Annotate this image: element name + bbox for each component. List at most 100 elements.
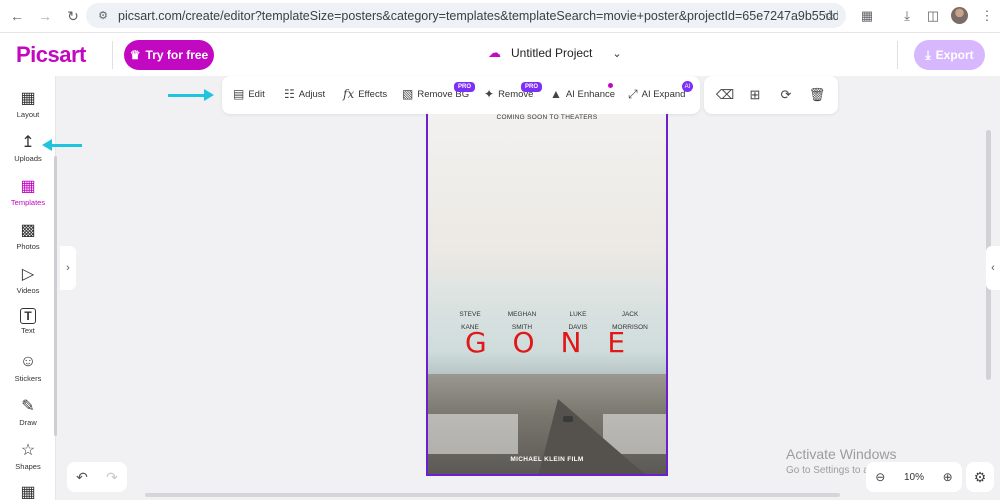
sidebar-item-shapes[interactable]: ☆ Shapes xyxy=(0,440,56,480)
effects-tool-button[interactable]: fx Effects xyxy=(343,87,387,101)
eraser-icon[interactable]: ⌫ xyxy=(716,86,734,104)
sidebar-item-label: Uploads xyxy=(14,154,42,163)
zoom-controls: ⊖ 10% ⊕ xyxy=(866,462,962,492)
title-letter: N xyxy=(560,326,586,359)
ai-expand-tool-label: AI Expand xyxy=(641,89,686,100)
redo-icon[interactable]: ↷ xyxy=(106,469,118,486)
try-for-free-button[interactable]: ♛ Try for free xyxy=(124,40,214,70)
sidebar-item-label: Videos xyxy=(16,286,40,295)
zoom-out-icon[interactable]: ⊖ xyxy=(875,470,885,484)
new-feature-dot xyxy=(608,83,613,88)
url-text: picsart.com/create/editor?templateSize=p… xyxy=(118,8,838,23)
poster-credit[interactable]: MICHAEL KLEIN FILM xyxy=(428,456,666,463)
extensions-icon[interactable]: ▦ xyxy=(856,5,878,27)
poster-canvas[interactable]: COMING SOON TO THEATERS STEVE KANE MEGHA… xyxy=(426,114,668,476)
sidebar-item-text[interactable]: T Text xyxy=(0,308,56,348)
adjust-tool-button[interactable]: ☷ Adjust xyxy=(284,87,325,101)
sidebar-item-label: Templates xyxy=(10,198,46,207)
settings-gear-icon[interactable]: ⚙ xyxy=(966,462,994,492)
actor-first-name: LUKE xyxy=(569,311,587,318)
sidebar-item-label: Shapes xyxy=(15,462,41,471)
annotation-arrow-left xyxy=(42,139,82,151)
effects-fx-icon: fx xyxy=(343,87,355,101)
image-tools-toolbar: ▤ Edit ☷ Adjust fx Effects ▧ Remove BG P… xyxy=(222,76,700,114)
zoom-level[interactable]: 10% xyxy=(904,472,924,483)
side-panel-icon[interactable]: ◫ xyxy=(922,5,944,27)
reload-icon[interactable]: ↻ xyxy=(62,5,84,27)
chevron-right-icon: › xyxy=(66,262,70,274)
sidebar-item-uploads[interactable]: ↥ Uploads xyxy=(0,132,56,172)
adjust-icon: ☷ xyxy=(284,87,295,101)
ai-enhance-tool-label: AI Enhance xyxy=(565,88,616,100)
header-divider-right xyxy=(897,41,898,69)
templates-icon: ▦ xyxy=(20,178,36,195)
poster-snow-left xyxy=(428,414,518,454)
back-icon[interactable]: ← xyxy=(6,5,28,27)
annotation-arrow-right xyxy=(168,89,214,101)
sidebar-item-layout[interactable]: ▦ Layout xyxy=(0,88,56,128)
poster-title[interactable]: G O N E xyxy=(428,326,666,359)
picsart-logo[interactable]: Picsart xyxy=(16,42,86,68)
actor-first-name: STEVE xyxy=(459,311,481,318)
replace-image-icon[interactable]: ⟳ xyxy=(777,86,795,104)
header-divider xyxy=(112,41,113,69)
upload-icon: ↥ xyxy=(21,134,35,151)
poster-car xyxy=(563,416,573,422)
expand-panel-tab[interactable]: › xyxy=(60,246,76,290)
magic-wand-icon: ✦ xyxy=(484,87,495,101)
edit-tool-button[interactable]: ▤ Edit xyxy=(233,87,265,101)
adjust-tool-label: Adjust xyxy=(298,88,326,100)
ai-enhance-tool-button[interactable]: ▲ AI Enhance xyxy=(550,87,615,101)
export-button[interactable]: ⤓ Export xyxy=(914,40,985,70)
project-title: Untitled Project xyxy=(511,46,593,60)
actor-first-name: MEGHAN xyxy=(507,311,537,318)
sidebar-item-videos[interactable]: ▷ Videos xyxy=(0,264,56,304)
poster-road xyxy=(538,399,648,474)
sidebar-item-label: Draw xyxy=(19,418,37,427)
delete-trash-icon[interactable]: 🗑 xyxy=(808,86,826,104)
history-controls: ↶ ↷ xyxy=(67,462,127,492)
project-title-dropdown[interactable]: ☁ Untitled Project ⌄ xyxy=(488,45,622,61)
videos-icon: ▷ xyxy=(21,266,35,283)
address-bar[interactable]: ⚙ picsart.com/create/editor?templateSize… xyxy=(86,3,846,28)
profile-avatar[interactable] xyxy=(951,7,968,24)
title-letter: E xyxy=(607,326,630,359)
sidebar-item-photos[interactable]: ▩ Photos xyxy=(0,220,56,260)
chevron-left-icon: ‹ xyxy=(991,262,995,274)
chevron-down-icon: ⌄ xyxy=(612,47,622,60)
actor-first-name: JACK xyxy=(621,311,639,318)
app-header: Picsart ♛ Try for free ☁ Untitled Projec… xyxy=(0,32,1000,76)
site-settings-icon[interactable]: ⚙ xyxy=(96,9,110,23)
zoom-in-icon[interactable]: ⊕ xyxy=(943,470,953,484)
export-label: Export xyxy=(935,48,974,62)
effects-tool-label: Effects xyxy=(358,88,388,100)
sidebar-item-stickers[interactable]: ☺ Stickers xyxy=(0,352,56,392)
title-letter: O xyxy=(512,326,539,359)
sidebar-item-label: Layout xyxy=(16,110,40,119)
sidebar-item-label: Stickers xyxy=(14,374,42,383)
browser-toolbar: ← → ↻ ⚙ picsart.com/create/editor?templa… xyxy=(0,0,1000,32)
crop-icon[interactable]: ⊞ xyxy=(746,86,764,104)
try-for-free-label: Try for free xyxy=(145,48,209,62)
expand-icon: ⤢ xyxy=(628,87,638,101)
download-icon[interactable]: ⤓ xyxy=(896,5,918,27)
draw-icon: ✎ xyxy=(21,398,35,415)
undo-icon[interactable]: ↶ xyxy=(76,469,88,486)
crown-icon: ♛ xyxy=(129,48,141,62)
ai-expand-tool-button[interactable]: ⤢ AI Expand xyxy=(628,87,685,102)
right-panel-tab[interactable]: ‹ xyxy=(986,246,1000,290)
sidebar-item-label: Photos xyxy=(16,242,40,251)
sidebar-item-draw[interactable]: ✎ Draw xyxy=(0,396,56,436)
sidebar-item-more[interactable]: ▦ xyxy=(0,482,56,500)
poster-tagline[interactable]: COMING SOON TO THEATERS xyxy=(428,114,666,121)
object-actions-toolbar: ⌫ ⊞ ⟳ 🗑 xyxy=(704,76,838,114)
bookmark-star-icon[interactable]: ☆ xyxy=(823,7,836,24)
sidebar-scrollbar[interactable] xyxy=(54,156,57,436)
browser-menu-icon[interactable]: ⋮ xyxy=(976,5,998,27)
canvas-horizontal-scrollbar[interactable] xyxy=(145,493,840,497)
forward-icon[interactable]: → xyxy=(34,5,56,27)
cloud-saved-icon: ☁ xyxy=(488,45,501,60)
sidebar-item-label: Text xyxy=(21,326,35,335)
sidebar-item-templates[interactable]: ▦ Templates xyxy=(0,176,56,216)
shapes-icon: ☆ xyxy=(20,442,36,459)
